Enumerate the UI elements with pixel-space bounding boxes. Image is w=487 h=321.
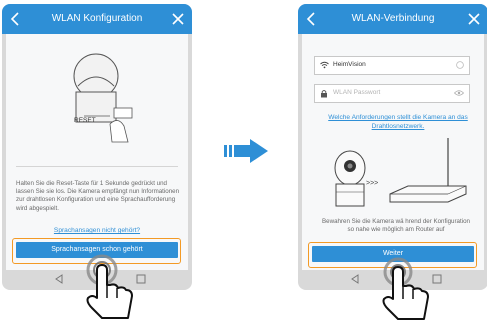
header-bar: WLAN-Verbindung: [298, 4, 487, 34]
divider: [16, 166, 178, 167]
ssid-value: HeimVision: [333, 61, 366, 68]
screen-content: HeimVision WLAN Passwort Welche Anforder…: [302, 34, 484, 270]
hand-pointer-icon: [382, 257, 429, 320]
clear-icon[interactable]: [456, 61, 464, 69]
page-title: WLAN Konfiguration: [51, 13, 143, 24]
reset-label: RESET: [74, 117, 96, 124]
close-icon[interactable]: [466, 10, 482, 28]
camera-reset-illustration: [73, 53, 133, 143]
wifi-icon: [320, 61, 329, 69]
password-field[interactable]: WLAN Passwort: [314, 84, 470, 103]
camera-router-illustration: [334, 138, 467, 207]
screen-content: RESET Halten Sie die Reset-Taste für 1 S…: [6, 34, 188, 270]
link-not-heard[interactable]: Sprachansagen nicht gehört?: [16, 227, 178, 236]
page-title: WLAN-Verbindung: [351, 13, 435, 24]
eye-icon[interactable]: [454, 89, 464, 97]
nav-back-icon[interactable]: [350, 274, 360, 284]
arrow-right-icon: [224, 139, 268, 163]
hint-text: Bewahren Sie die Kamera wä hrend der Kon…: [322, 218, 470, 234]
ssid-field[interactable]: HeimVision: [314, 56, 470, 75]
phone-right: WLAN-Verbindung HeimVision WLAN Passwort…: [298, 4, 487, 290]
password-placeholder: WLAN Passwort: [333, 89, 381, 96]
nav-back-icon[interactable]: [54, 274, 64, 284]
link-requirements[interactable]: Welche Anforderungen stellt die Kamera a…: [328, 114, 468, 131]
close-icon[interactable]: [170, 10, 186, 28]
instruction-text: Halten Sie die Reset-Taste für 1 Sekunde…: [16, 180, 180, 212]
hand-pointer-icon: [86, 254, 133, 319]
lock-icon: [321, 90, 327, 98]
header-bar: WLAN Konfiguration: [2, 4, 192, 34]
signal-dots: >>>: [366, 180, 379, 187]
